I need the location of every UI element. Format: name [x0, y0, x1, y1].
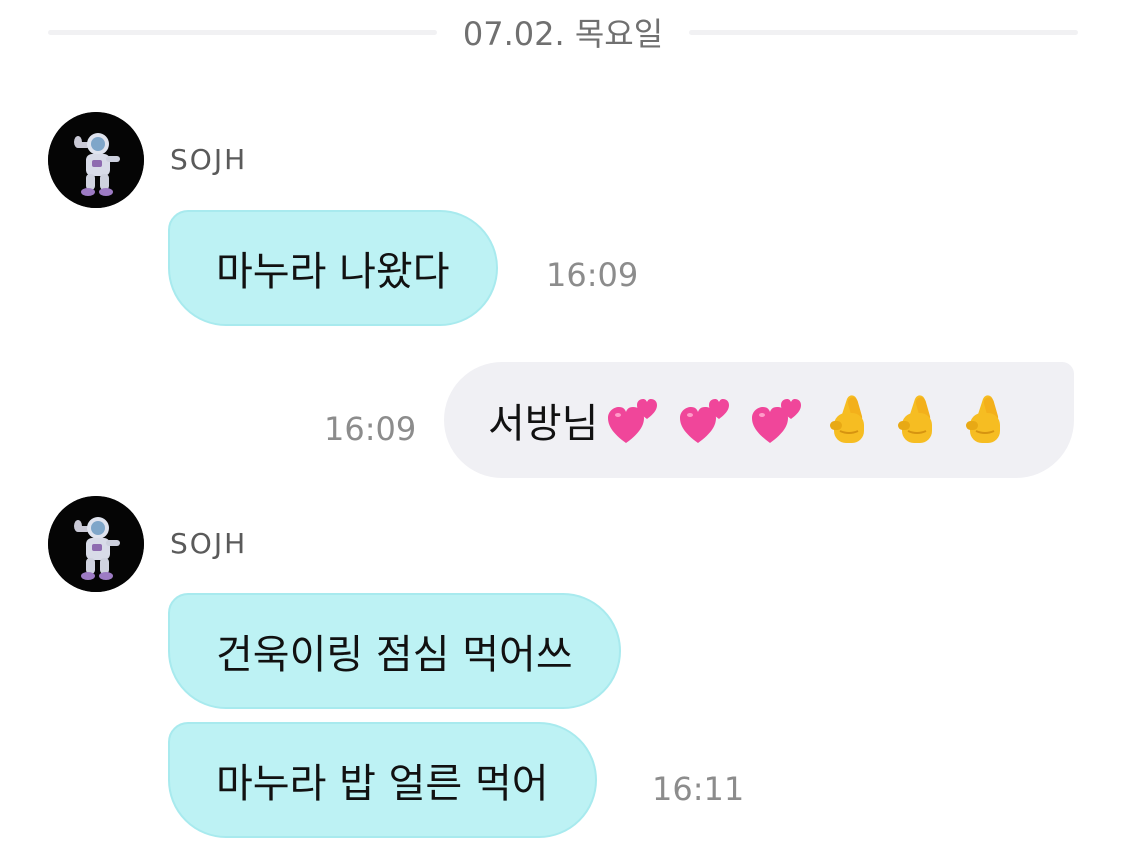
divider-line-left	[48, 29, 437, 35]
crossed-fingers-icon	[830, 395, 865, 443]
emoji-group	[606, 391, 1012, 449]
sender-name: SOJH	[170, 143, 248, 176]
message-timestamp: 16:11	[652, 770, 745, 808]
incoming-message-bubble[interactable]: 마누라 밥 얼른 먹어	[168, 722, 597, 838]
message-text: 마누라 밥 얼른 먹어	[216, 761, 549, 807]
crossed-fingers-icon	[898, 395, 933, 443]
two-hearts-icon	[680, 399, 730, 443]
astronaut-avatar-icon	[48, 496, 144, 592]
message-text: 서방님	[488, 401, 599, 447]
message-text: 마누라 나왔다	[216, 249, 450, 295]
divider-line-right	[689, 29, 1078, 35]
avatar[interactable]	[48, 496, 144, 592]
sender-name: SOJH	[170, 527, 248, 560]
astronaut-avatar-icon	[48, 112, 144, 208]
date-divider: 07.02. 목요일	[48, 8, 1078, 56]
two-hearts-icon	[608, 399, 658, 443]
avatar[interactable]	[48, 112, 144, 208]
message-text: 건욱이링 점심 먹어쓰	[216, 632, 573, 678]
outgoing-message-bubble[interactable]: 서방님	[444, 362, 1074, 478]
date-divider-label: 07.02. 목요일	[462, 15, 664, 53]
crossed-fingers-icon	[966, 395, 1001, 443]
message-timestamp: 16:09	[324, 410, 417, 448]
incoming-message-bubble[interactable]: 마누라 나왔다	[168, 210, 498, 326]
message-timestamp: 16:09	[546, 256, 639, 294]
two-hearts-icon	[752, 399, 802, 443]
incoming-message-bubble[interactable]: 건욱이링 점심 먹어쓰	[168, 593, 621, 709]
